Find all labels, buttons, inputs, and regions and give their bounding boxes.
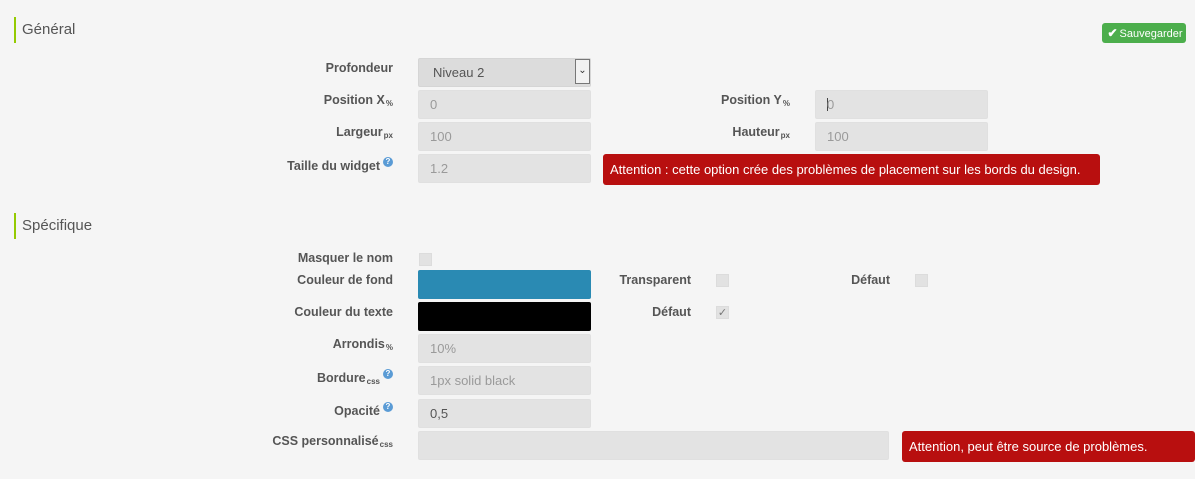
bg-default-label-text: Défaut <box>851 273 890 287</box>
transparent-checkbox[interactable] <box>716 274 729 287</box>
pos-x-unit: % <box>385 99 393 108</box>
border-input[interactable]: 1px solid black <box>418 366 591 395</box>
custom-css-warning: Attention, peut être source de problèmes… <box>902 431 1195 462</box>
help-icon[interactable]: ? <box>383 402 393 412</box>
pos-x-label: Position X% <box>324 93 393 108</box>
depth-select[interactable]: Niveau 2 ⌄ <box>418 58 591 87</box>
text-default-label: Défaut <box>652 305 691 319</box>
widget-size-label-text: Taille du widget <box>287 159 380 173</box>
bg-color-picker[interactable] <box>418 270 591 299</box>
save-button-label: Sauvegarder <box>1119 28 1183 40</box>
section-title-general: Général <box>14 17 75 43</box>
height-input[interactable]: 100 <box>815 122 988 151</box>
widget-size-label: Taille du widget? <box>287 157 393 173</box>
transparent-label-text: Transparent <box>619 273 691 287</box>
pos-y-label: Position Y% <box>721 93 790 108</box>
bg-default-checkbox[interactable] <box>915 274 928 287</box>
text-color-label-text: Couleur du texte <box>294 305 393 319</box>
rounding-label: Arrondis% <box>333 337 393 352</box>
bg-color-label: Couleur de fond <box>297 273 393 287</box>
text-color-picker[interactable] <box>418 302 591 331</box>
hide-name-checkbox[interactable] <box>419 253 432 266</box>
bg-default-label: Défaut <box>851 273 890 287</box>
section-title-specific: Spécifique <box>14 213 92 239</box>
widget-size-warning: Attention : cette option crée des problè… <box>603 154 1100 185</box>
pos-y-value: 0 <box>827 97 835 112</box>
text-color-label: Couleur du texte <box>294 305 393 319</box>
rounding-label-text: Arrondis <box>332 337 385 351</box>
depth-label-text: Profondeur <box>325 61 393 75</box>
save-button[interactable]: ✔ Sauvegarder <box>1102 23 1186 43</box>
chevron-down-icon[interactable]: ⌄ <box>575 59 590 84</box>
custom-css-input[interactable] <box>418 431 889 460</box>
width-label-text: Largeur <box>336 125 383 139</box>
hide-name-label-text: Masquer le nom <box>297 251 393 265</box>
height-unit: px <box>780 131 790 140</box>
pos-x-label-text: Position X <box>323 93 385 107</box>
custom-css-label: CSS personnalisécss <box>272 434 393 449</box>
opacity-label: Opacité? <box>334 402 393 418</box>
border-unit: css <box>366 377 380 386</box>
bg-color-label-text: Couleur de fond <box>297 273 393 287</box>
hide-name-label: Masquer le nom <box>298 251 393 265</box>
depth-label: Profondeur <box>326 61 393 75</box>
pos-x-input[interactable]: 0 <box>418 90 591 119</box>
border-label: Bordurecss? <box>317 369 393 386</box>
widget-size-input[interactable]: 1.2 <box>418 154 591 183</box>
pos-y-input[interactable]: 0 <box>815 90 988 119</box>
height-label-text: Hauteur <box>732 125 780 139</box>
help-icon[interactable]: ? <box>383 157 393 167</box>
depth-select-value: Niveau 2 <box>433 65 485 80</box>
opacity-label-text: Opacité <box>334 404 380 418</box>
pos-y-unit: % <box>782 99 790 108</box>
border-label-text: Bordure <box>317 371 366 385</box>
custom-css-label-text: CSS personnalisé <box>272 434 379 448</box>
rounding-unit: % <box>385 343 393 352</box>
check-icon: ✔ <box>1107 26 1118 40</box>
rounding-input[interactable]: 10% <box>418 334 591 363</box>
text-default-label-text: Défaut <box>652 305 691 319</box>
text-default-checkbox[interactable]: ✓ <box>716 306 729 319</box>
transparent-label: Transparent <box>619 273 691 287</box>
opacity-input[interactable]: 0,5 <box>418 399 591 428</box>
pos-y-label-text: Position Y <box>720 93 782 107</box>
width-input[interactable]: 100 <box>418 122 591 151</box>
width-label: Largeurpx <box>336 125 393 140</box>
height-label: Hauteurpx <box>732 125 790 140</box>
width-unit: px <box>383 131 393 140</box>
custom-css-unit: css <box>379 440 393 449</box>
help-icon[interactable]: ? <box>383 369 393 379</box>
